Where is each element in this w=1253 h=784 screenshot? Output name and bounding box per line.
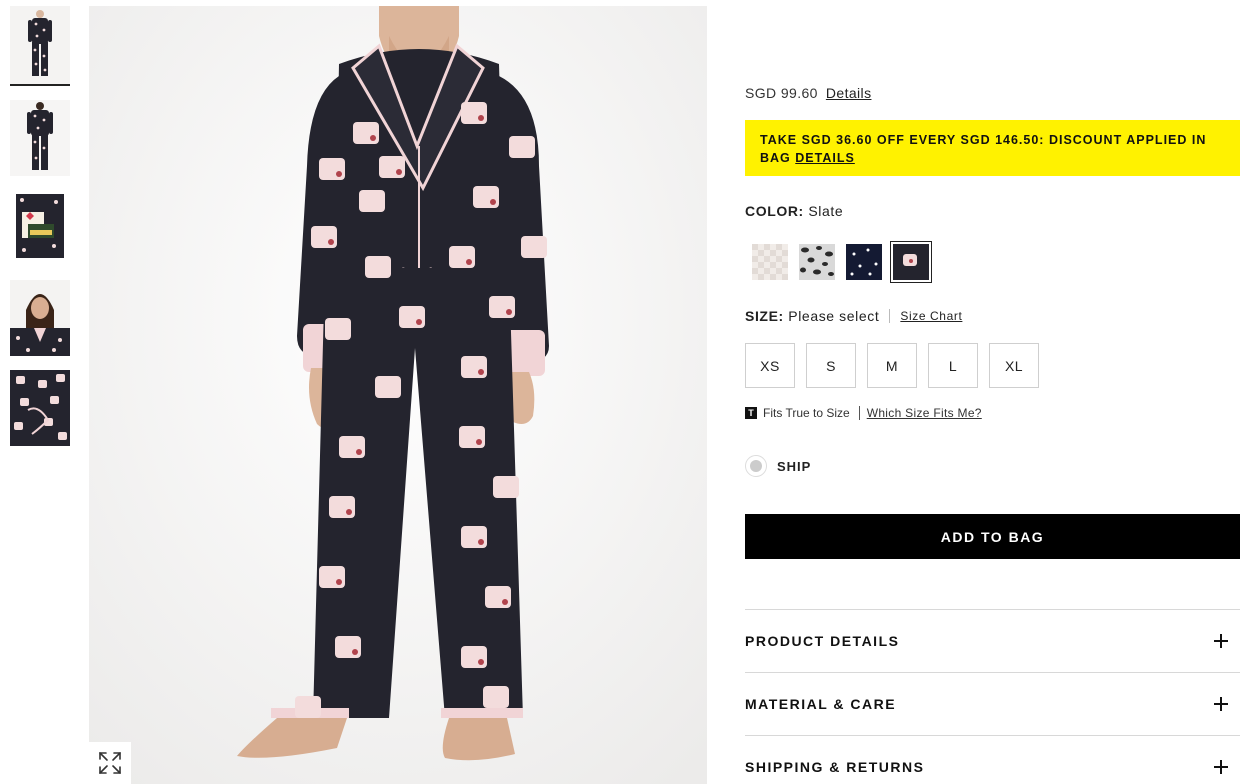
expand-icon <box>99 752 121 774</box>
accordion-material-care[interactable]: MATERIAL & CARE <box>745 672 1240 735</box>
plus-icon <box>1214 760 1228 774</box>
color-swatches <box>749 241 932 283</box>
size-option-xl[interactable]: XL <box>989 343 1039 388</box>
plus-icon <box>1214 697 1228 711</box>
size-option-m[interactable]: M <box>867 343 917 388</box>
price: SGD 99.60 <box>745 85 818 101</box>
size-label: SIZE: <box>745 308 784 324</box>
thumbnail-4[interactable] <box>10 280 70 356</box>
divider <box>858 406 860 420</box>
plus-icon <box>1214 634 1228 648</box>
ship-radio[interactable] <box>745 455 767 477</box>
main-product-image <box>89 6 707 784</box>
accordion-label: SHIPPING & RETURNS <box>745 759 925 775</box>
swatch-leopard[interactable] <box>796 241 838 283</box>
fit-text: Fits True to Size <box>763 406 850 420</box>
color-row: COLOR: Slate <box>745 203 843 219</box>
size-option-s[interactable]: S <box>806 343 856 388</box>
size-value: Please select <box>788 308 880 324</box>
accordion-label: PRODUCT DETAILS <box>745 633 900 649</box>
color-value: Slate <box>808 203 844 219</box>
swatch-ivory-houndstooth[interactable] <box>749 241 791 283</box>
swatch-slate[interactable] <box>890 241 932 283</box>
price-details-link[interactable]: Details <box>826 85 872 101</box>
true-fit-icon: T <box>745 407 757 419</box>
ship-option[interactable]: SHIP <box>745 455 811 477</box>
thumbnail-5[interactable] <box>10 370 70 446</box>
thumbnail-1[interactable] <box>10 6 70 86</box>
ship-label: SHIP <box>777 458 812 474</box>
thumbnail-strip <box>10 6 70 446</box>
divider <box>889 309 891 323</box>
add-to-bag-button[interactable]: ADD TO BAG <box>745 514 1240 559</box>
thumbnail-3[interactable] <box>10 190 70 266</box>
fit-row: T Fits True to Size Which Size Fits Me? <box>745 406 982 420</box>
size-row: SIZE: Please select Size Chart <box>745 308 962 324</box>
expand-image-button[interactable] <box>89 742 131 784</box>
promo-details-link[interactable]: DETAILS <box>795 151 855 165</box>
price-row: SGD 99.60 Details <box>745 85 871 101</box>
thumbnail-2[interactable] <box>10 100 70 176</box>
accordion-shipping-returns[interactable]: SHIPPING & RETURNS <box>745 735 1240 784</box>
size-option-l[interactable]: L <box>928 343 978 388</box>
accordion-label: MATERIAL & CARE <box>745 696 897 712</box>
size-chart-link[interactable]: Size Chart <box>900 309 962 323</box>
radio-dot-icon <box>750 460 762 472</box>
size-options: XS S M L XL <box>745 343 1039 388</box>
promo-banner: TAKE SGD 36.60 OFF EVERY SGD 146.50: DIS… <box>745 120 1240 176</box>
swatch-navy-dot[interactable] <box>843 241 885 283</box>
which-size-fits-link[interactable]: Which Size Fits Me? <box>867 406 982 420</box>
accordion-product-details[interactable]: PRODUCT DETAILS <box>745 609 1240 672</box>
size-option-xs[interactable]: XS <box>745 343 795 388</box>
color-label: COLOR: <box>745 203 804 219</box>
